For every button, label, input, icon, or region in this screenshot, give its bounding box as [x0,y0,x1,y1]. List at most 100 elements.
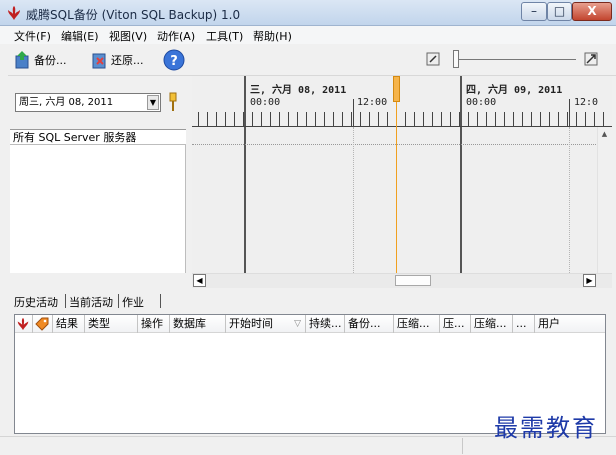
zoom-slider-thumb[interactable] [453,50,459,68]
tick-mark [270,112,271,126]
day-divider [244,76,246,273]
current-time-marker[interactable] [393,76,400,102]
tab-history[interactable]: 历史活动 [14,294,58,310]
menu-view[interactable]: 视图(V) [109,28,147,44]
tick-mark [450,112,451,126]
backup-label: 备份... [34,54,67,67]
tick-mark [558,112,559,126]
tick-mark [234,112,235,126]
tick-mark [378,112,379,126]
restore-icon [92,53,106,69]
column-status-icon[interactable] [15,315,33,333]
tick-mark [504,112,505,126]
tick-mark [567,112,568,126]
column-result[interactable]: 结果 [53,315,85,333]
column-duration[interactable]: 持续... [306,315,345,333]
tick-mark-major [569,99,570,126]
grid-line [569,127,570,273]
sort-indicator-icon: ▽ [294,319,301,329]
zoom-in-icon[interactable] [584,52,598,66]
column-user[interactable]: 用户 [535,315,605,333]
backup-icon [15,51,29,69]
tick-mark [405,112,406,126]
column-operation[interactable]: 操作 [138,315,170,333]
help-icon[interactable]: ? [163,49,185,71]
row-separator [192,144,612,145]
timeline-view[interactable]: 三, 六月 08, 2011 四, 六月 09, 2011 00:00 12:0… [192,76,612,273]
tab-bar: 历史活动 当前活动 作业 [10,292,610,310]
pin-icon[interactable] [166,92,180,112]
zoom-slider-track[interactable] [458,59,576,60]
app-logo-icon [8,6,20,20]
hour-label: 00:00 [250,97,281,108]
horizontal-scroll-thumb[interactable] [395,275,431,286]
tab-jobs[interactable]: 作业 [122,294,144,310]
tick-mark [414,112,415,126]
column-compression[interactable]: 压缩... [394,315,440,333]
tick-mark [549,112,550,126]
tick-mark [369,112,370,126]
vertical-scrollbar[interactable] [597,127,612,273]
chevron-down-icon[interactable]: ▼ [147,95,159,110]
tick-mark [279,112,280,126]
status-divider [462,438,463,454]
column-type[interactable]: 类型 [85,315,138,333]
server-list[interactable] [10,145,186,273]
tick-mark-major [353,99,354,126]
menu-action[interactable]: 动作(A) [157,28,195,44]
tick-mark [198,112,199,126]
tick-mark [351,112,352,126]
column-compression-2[interactable]: 压... [440,315,471,333]
column-more[interactable]: ... [513,315,535,333]
scroll-up-icon[interactable]: ▲ [598,128,611,141]
tick-mark [297,112,298,126]
tick-mark [216,112,217,126]
tick-mark [342,112,343,126]
menu-tools[interactable]: 工具(T) [206,28,243,44]
title-bar[interactable]: 威腾SQL备份 (Viton SQL Backup) 1.0 – □ X [0,0,616,26]
hour-label: 00:00 [466,97,497,108]
tab-separator [160,294,161,308]
column-backup-size[interactable]: 备份... [345,315,394,333]
zoom-out-icon[interactable] [426,52,440,66]
tick-mark [333,112,334,126]
backup-button[interactable]: 备份... [14,50,67,70]
tick-mark [459,112,460,126]
tick-mark [360,112,361,126]
column-tag-icon[interactable] [33,315,53,333]
column-compression-3[interactable]: 压缩... [471,315,513,333]
tab-separator [118,294,119,308]
menu-help[interactable]: 帮助(H) [253,28,292,44]
day-divider [460,76,462,273]
tab-current[interactable]: 当前活动 [69,294,113,310]
tick-mark [423,112,424,126]
minimize-button[interactable]: – [521,2,547,21]
date-picker[interactable]: 周三, 六月 08, 2011 [15,93,161,112]
tick-mark [207,112,208,126]
close-button[interactable]: X [572,2,612,21]
day-label: 四, 六月 09, 2011 [466,85,563,96]
column-database[interactable]: 数据库 [170,315,226,333]
tick-mark [468,112,469,126]
restore-button[interactable]: 还原... [91,50,144,70]
menu-bar: 文件(F) 编辑(E) 视图(V) 动作(A) 工具(T) 帮助(H) [0,26,616,44]
tag-icon [35,317,49,331]
window-title: 威腾SQL备份 (Viton SQL Backup) 1.0 [26,8,241,22]
tick-mark [540,112,541,126]
scroll-left-icon[interactable]: ◀ [193,274,206,287]
tick-mark [576,112,577,126]
scroll-right-icon[interactable]: ▶ [583,274,596,287]
tick-mark [261,112,262,126]
tick-mark [432,112,433,126]
menu-edit[interactable]: 编辑(E) [61,28,99,44]
day-label: 三, 六月 08, 2011 [250,85,347,96]
menu-file[interactable]: 文件(F) [14,28,51,44]
restore-label: 还原... [111,54,144,67]
maximize-button[interactable]: □ [547,2,572,21]
left-edge [0,44,8,436]
tick-mark [585,112,586,126]
tick-mark [513,112,514,126]
column-start-time[interactable]: 开始时间 ▽ [226,315,306,333]
hour-label: 12:00 [357,97,388,108]
tick-mark [522,112,523,126]
